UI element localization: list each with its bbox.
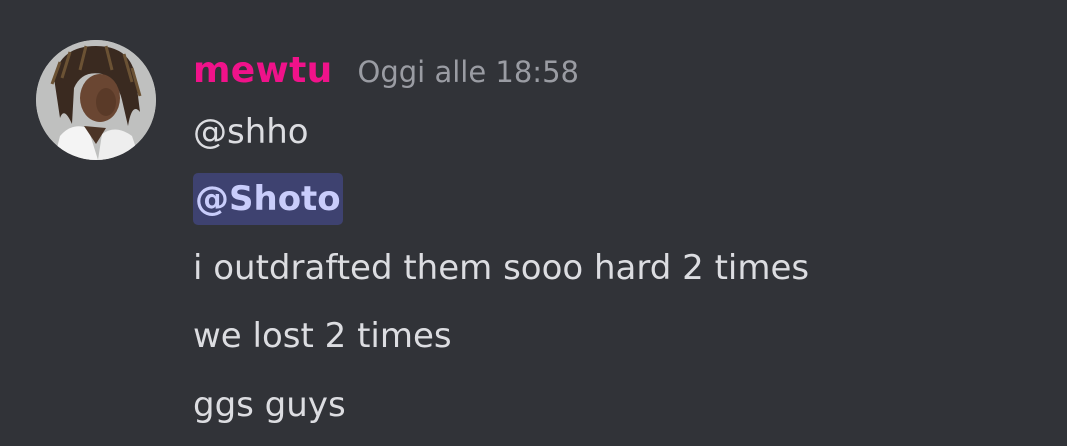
message-line: i outdrafted them sooo hard 2 times [193, 248, 810, 288]
user-mention[interactable]: @Shoto [193, 173, 343, 225]
message-line: we lost 2 times [193, 316, 452, 356]
user-avatar-icon [36, 40, 156, 160]
username[interactable]: mewtu [193, 50, 333, 91]
message-line: ggs guys [193, 385, 346, 425]
chat-message: mewtu Oggi alle 18:58 @shho @Shoto i out… [0, 0, 1067, 446]
message-line: @Shoto [193, 173, 343, 225]
timestamp: Oggi alle 18:58 [357, 55, 579, 89]
message-line: @shho [193, 112, 309, 152]
message-header: mewtu Oggi alle 18:58 [193, 50, 579, 100]
user-avatar[interactable] [36, 40, 156, 160]
